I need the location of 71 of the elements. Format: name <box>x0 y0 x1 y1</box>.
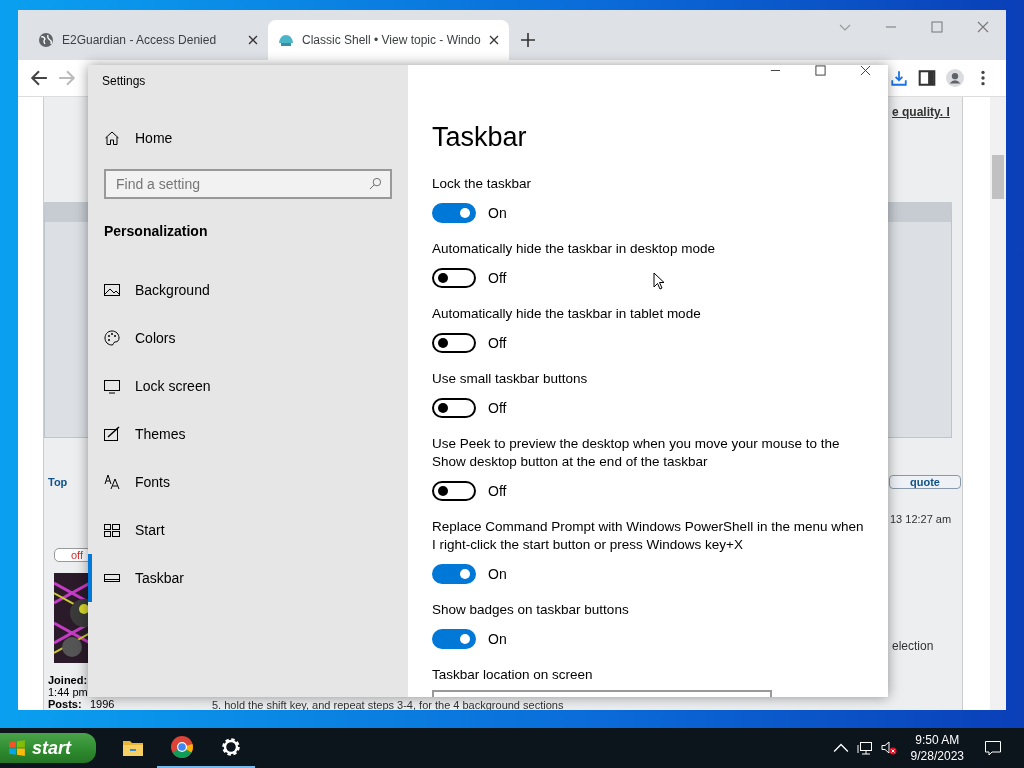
setting-label: Taskbar location on screen <box>432 666 593 684</box>
font-icon <box>104 474 120 490</box>
browser-tab[interactable]: E2Guardian - Access Denied <box>28 20 268 60</box>
start-button[interactable]: start <box>0 733 96 763</box>
setting-label: Automatically hide the taskbar in tablet mode <box>432 305 701 323</box>
download-icon[interactable] <box>890 69 908 87</box>
scrollbar[interactable] <box>990 97 1006 710</box>
search-icon <box>369 177 382 190</box>
setting-label: Lock the taskbar <box>432 175 532 193</box>
nav-item[interactable]: Colors <box>88 314 408 362</box>
toggle-switch[interactable] <box>432 564 476 584</box>
window-title: Settings <box>101 73 147 90</box>
close-icon[interactable] <box>488 35 499 45</box>
windows-flag-icon <box>8 739 26 757</box>
palette-icon <box>104 330 120 346</box>
posts-count: 1996 <box>90 698 115 710</box>
toggle-state: Off <box>488 483 507 499</box>
joined-label: Joined: <box>48 674 88 686</box>
toggle-switch[interactable] <box>432 203 476 223</box>
setting-label: Automatically hide the taskbar in desktop mode <box>432 240 715 258</box>
close-icon[interactable] <box>860 65 871 76</box>
toggle-state: Off <box>488 270 507 286</box>
toggle-switch[interactable] <box>432 481 476 501</box>
toggle-switch[interactable] <box>432 629 476 649</box>
nav-item[interactable]: Lock screen <box>88 362 408 410</box>
shell-icon <box>278 32 294 48</box>
notification-icon[interactable] <box>984 739 1002 757</box>
setting-label: Replace Command Prompt with Windows PowerShell in the menu when I right-click the start button or press Windows key+X <box>432 518 864 554</box>
cursor-icon <box>653 272 665 290</box>
close-icon[interactable] <box>248 35 258 45</box>
quote-button[interactable]: quote <box>889 475 961 489</box>
side-panel-icon[interactable] <box>918 69 936 87</box>
toggle-switch[interactable] <box>432 333 476 353</box>
back-arrow-icon[interactable] <box>30 69 48 87</box>
setting-label: Use Peek to preview the desktop when you move your mouse to the Show desktop button at the end of the taskbar <box>432 435 841 471</box>
posts-label: Posts: <box>48 698 82 710</box>
link[interactable]: e quality. I <box>892 105 950 119</box>
monitor-icon <box>104 378 120 394</box>
post-text: election <box>892 639 934 653</box>
toggle-state: Off <box>488 400 507 416</box>
network-icon[interactable] <box>856 740 873 756</box>
nav-item[interactable]: Background <box>88 266 408 314</box>
nav-item[interactable]: Themes <box>88 410 408 458</box>
toggle-state: On <box>488 566 507 582</box>
clock[interactable]: 9:50 AM 9/28/2023 <box>910 732 964 764</box>
toggle-state: Off <box>488 335 507 351</box>
setting-label: Show badges on taskbar buttons <box>432 601 629 619</box>
toggle-switch[interactable] <box>432 268 476 288</box>
plus-icon[interactable] <box>520 33 535 47</box>
nav-item[interactable]: Fonts <box>88 458 408 506</box>
page-title: Taskbar <box>432 122 528 153</box>
image-icon <box>104 282 120 298</box>
home-item[interactable]: Home <box>88 120 408 156</box>
post-time: 13 12:27 am <box>890 513 952 525</box>
toggle-state: On <box>488 631 507 647</box>
home-icon <box>104 130 120 146</box>
browser-tab[interactable]: Classic Shell • View topic - Windo <box>268 20 509 60</box>
search-field[interactable]: Find a setting <box>104 169 392 199</box>
toggle-state: On <box>488 205 507 221</box>
profile-icon[interactable] <box>946 69 964 87</box>
section-heading: Personalization <box>103 222 209 241</box>
chrome-icon <box>169 735 194 759</box>
tiles-icon <box>104 522 120 538</box>
joined-time: 1:44 pm <box>48 686 88 698</box>
brush-icon <box>104 426 120 442</box>
toggle-switch[interactable] <box>432 398 476 418</box>
setting-label: Use small taskbar buttons <box>432 370 588 388</box>
globe-icon <box>38 32 54 48</box>
maximize-icon[interactable] <box>815 65 826 76</box>
top-link[interactable]: Top <box>48 476 68 488</box>
muted-speaker-icon[interactable] <box>880 740 897 756</box>
